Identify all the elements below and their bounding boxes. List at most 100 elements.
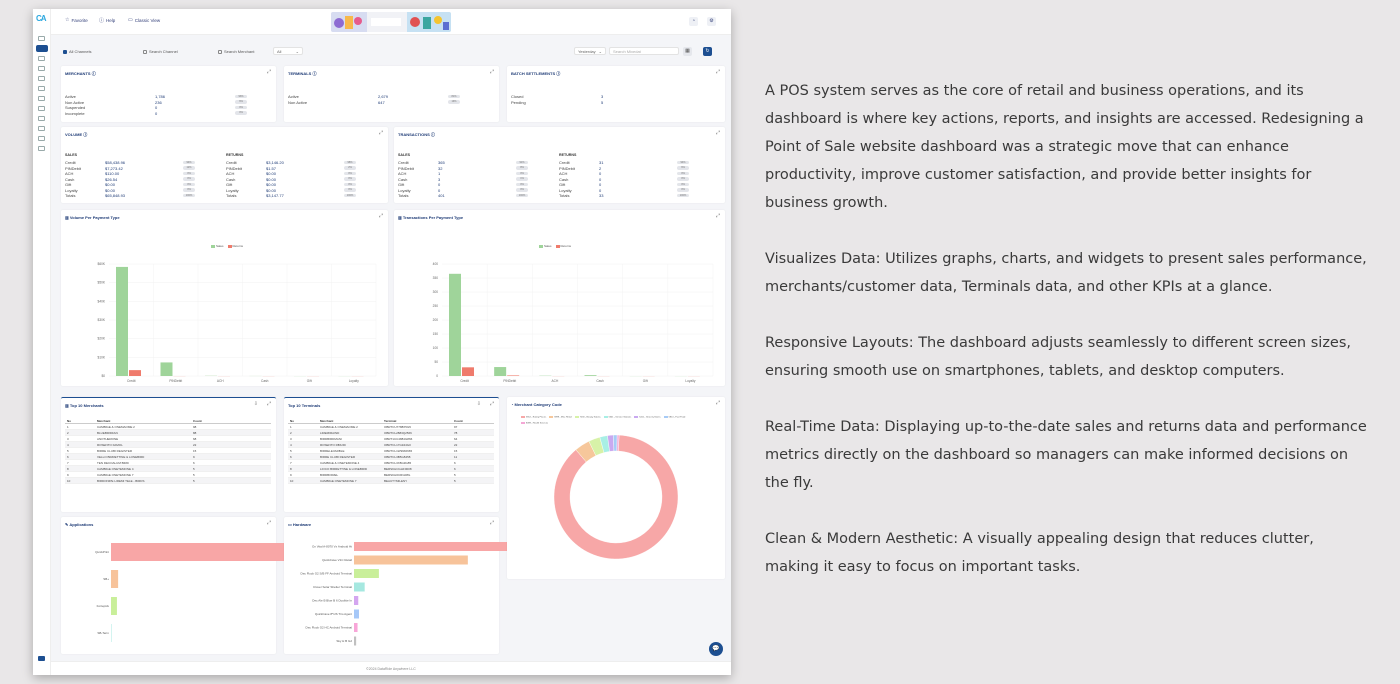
table-row[interactable]: 10 CAMBIGE ONETEMONE 7 BEAUTYMILENY 5	[288, 478, 494, 484]
sidebar: CA	[33, 9, 51, 675]
hardware-bar-chart: Ox Vital A-8070 Vx Android Ht QuickCave V…	[301, 542, 525, 646]
expand-icon[interactable]: ⤢	[716, 130, 720, 136]
donut-slice[interactable]	[553, 434, 679, 560]
bar[interactable]	[354, 555, 468, 565]
y-tick-label: Ox Vital A-8070 Vx Android Ht	[312, 545, 352, 549]
bar-chart-icon: ▥	[65, 403, 69, 408]
nav-users-icon[interactable]	[38, 36, 45, 41]
bar-sales[interactable]	[494, 367, 507, 376]
bar-returns[interactable]	[462, 367, 474, 376]
notification-icon[interactable]: ◔	[689, 17, 698, 26]
flag-icon[interactable]	[38, 656, 45, 661]
bar-sales[interactable]	[160, 362, 173, 376]
y-tick-label: $60K	[98, 262, 106, 266]
x-tick-label: Credit	[460, 379, 469, 383]
expand-icon[interactable]: ⤢	[490, 401, 494, 407]
settings-icon[interactable]: ⚙	[707, 17, 716, 26]
all-channels-checkbox[interactable]: All Channels	[63, 49, 91, 54]
y-tick-label: Dec Ale B Blue B 6 Doolitte In	[312, 599, 352, 603]
nav-document-icon[interactable]	[38, 66, 45, 71]
export-icon[interactable]: ⇩	[254, 401, 258, 407]
nav-terminal-icon[interactable]	[38, 96, 45, 101]
bar[interactable]	[111, 597, 117, 615]
expand-icon[interactable]: ⤢	[490, 69, 494, 75]
export-icon[interactable]: ⇩	[477, 401, 481, 407]
bar[interactable]	[111, 543, 299, 561]
nav-link-icon[interactable]	[38, 116, 45, 121]
help-button[interactable]: ⓘ Help	[99, 17, 115, 24]
y-tick-label: QuickPrint	[95, 550, 109, 554]
batch-stats: Closed 3 Pending 5	[511, 86, 716, 106]
app-logo[interactable]: CA	[36, 14, 50, 23]
nav-card-icon[interactable]	[38, 86, 45, 91]
search-channel-checkbox[interactable]: Search Channel	[143, 49, 178, 54]
expand-icon[interactable]: ⤢	[716, 69, 720, 75]
stat-value: 401	[438, 193, 445, 198]
nav-dashboard-icon[interactable]	[36, 45, 48, 52]
bar[interactable]	[111, 570, 119, 588]
x-tick-label: Loyalty	[349, 379, 360, 383]
top-merchants-title-text: Top 10 Merchants	[69, 403, 104, 408]
bar[interactable]	[354, 596, 359, 605]
banner-illustration	[331, 12, 451, 32]
nav-person-icon[interactable]	[38, 56, 45, 61]
y-tick-label: QuickCave V1C Retail	[322, 558, 352, 562]
percent-badge: 98%	[344, 160, 356, 165]
bar[interactable]	[354, 569, 379, 578]
percent-badge: 91%	[516, 160, 528, 165]
terminals-stats: Active 2,679 81% Non Active 647 19%	[288, 86, 493, 106]
x-tick-label: ACH	[552, 379, 559, 383]
volume-title: VOLUME ⓘ	[65, 132, 87, 138]
date-search-input[interactable]: Search Mixedat	[609, 47, 679, 55]
bar[interactable]	[354, 542, 525, 551]
stat-value: 5	[601, 99, 604, 105]
nav-edit-icon[interactable]	[38, 76, 45, 81]
transactions-title-text: TRANSACTIONS	[398, 132, 430, 137]
y-tick-label: 250	[433, 304, 439, 308]
donut-slice[interactable]	[613, 434, 618, 452]
table-cell: BEAUTYMILENY	[384, 479, 408, 483]
x-tick-label: PINDebit	[503, 379, 516, 383]
percent-badge: 0%	[677, 188, 689, 192]
nav-logout-icon[interactable]	[38, 146, 45, 151]
x-tick-label: PINDebit	[169, 379, 182, 383]
percent-badge: 100%	[516, 193, 528, 198]
nav-settings-icon[interactable]	[38, 136, 45, 141]
stat-value: 647	[378, 99, 385, 105]
percent-badge: 19%	[448, 100, 460, 104]
expand-icon[interactable]: ⤢	[267, 69, 271, 75]
bar[interactable]	[354, 636, 357, 646]
refresh-button[interactable]: ↻	[703, 47, 712, 56]
percent-badge: 0%	[516, 171, 528, 176]
x-tick-label: Gift	[643, 379, 648, 383]
bar-returns[interactable]	[129, 370, 141, 376]
expand-icon[interactable]: ⤢	[267, 401, 271, 407]
y-tick-label: 100	[433, 346, 439, 350]
bar-returns[interactable]	[507, 375, 520, 376]
percent-badge: 12%	[183, 166, 195, 170]
period-select[interactable]: Yesterday ⌄	[574, 47, 606, 55]
tx-chart-card: ▥ Transactions Per Payment Type ⤢ Sales …	[394, 210, 725, 386]
search-merchant-checkbox[interactable]: Search Merchant	[218, 49, 254, 54]
table-row[interactable]: 10 BIRDONIPE LIREMI TELE - BIRDS 5	[65, 478, 271, 484]
description-visualizes-data: Visualizes Data: Utilizes graphs, charts…	[765, 251, 1367, 295]
merchants-stats: Active 1,786 93% Non Active 236 6% Suspended 0 0…	[65, 86, 270, 121]
nav-star-icon[interactable]	[38, 126, 45, 131]
nav-reports-icon[interactable]	[38, 106, 45, 111]
bar-sales[interactable]	[449, 273, 461, 376]
promo-banner[interactable]	[331, 12, 451, 32]
favorite-button[interactable]: ☆ Favorite	[65, 17, 88, 23]
main-area: ☆ Favorite ⓘ Help ▭ Classic View ◔ ⚙ All…	[51, 9, 731, 675]
chat-button[interactable]: 💬	[709, 642, 723, 656]
bar-sales[interactable]	[584, 375, 597, 376]
bar[interactable]	[354, 623, 358, 632]
bar-sales[interactable]	[116, 266, 128, 376]
description-responsive: Responsive Layouts: The dashboard adjust…	[765, 335, 1352, 379]
merchant-select[interactable]: All ⌄	[273, 47, 303, 55]
classic-view-button[interactable]: ▭ Classic View	[128, 17, 160, 23]
bar[interactable]	[354, 582, 365, 592]
stat-label: Totals	[559, 193, 570, 198]
calendar-icon[interactable]: ▦	[683, 47, 692, 56]
expand-icon[interactable]: ⤢	[379, 130, 383, 136]
bar[interactable]	[354, 609, 359, 619]
